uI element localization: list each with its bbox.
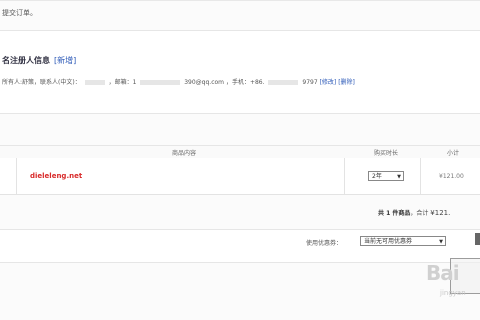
- duration-value: 2年: [372, 173, 382, 180]
- coupon-label: 使用优惠券：: [306, 240, 343, 247]
- row-price: ¥121.00: [439, 173, 464, 180]
- redacted-phone: [268, 80, 299, 85]
- total-amount: ¥121.: [430, 209, 451, 217]
- redacted-name: [84, 80, 105, 85]
- add-registrant-link[interactable]: [新增]: [54, 56, 76, 65]
- redacted-email: [140, 80, 181, 85]
- table-header: 商品内容 购买时长 小计: [0, 145, 480, 159]
- column-divider: [420, 158, 421, 194]
- header-content: 商品内容: [172, 150, 197, 157]
- owner-text: 所有人:舒策，联系人(中文)：: [2, 79, 81, 86]
- domain-name: dieleleng.net: [30, 172, 83, 180]
- notice-text: 提交订单。: [2, 9, 37, 17]
- table-row: dieleleng.net 2年 ▼ ¥121.00: [0, 158, 480, 195]
- watermark-text: Bai: [426, 261, 460, 285]
- delete-registrant-link[interactable]: [删除]: [338, 79, 355, 86]
- registrant-info-line: 所有人:舒策，联系人(中文)： ，邮箱：1 390@qq.com ，手机：+86…: [2, 77, 355, 86]
- side-scroll-button[interactable]: [475, 233, 480, 245]
- order-summary: 共 1 件商品，合计 ¥121.: [378, 208, 450, 217]
- watermark-subtext: jingyan: [440, 289, 466, 297]
- edit-registrant-link[interactable]: [修改]: [320, 79, 337, 86]
- header-duration: 购买时长: [374, 150, 399, 157]
- dropdown-arrow-icon: ▼: [397, 174, 401, 180]
- order-page: 提交订单。 名注册人信息 [新增] 所有人:舒策，联系人(中文)： ，邮箱：1 3…: [0, 0, 480, 320]
- header-subtotal: 小计: [447, 150, 460, 157]
- duration-select[interactable]: 2年 ▼: [368, 171, 404, 181]
- phone-tail: 9797: [302, 79, 318, 86]
- phone-label: ，手机：+86.: [225, 79, 265, 86]
- total-label: ，合计: [410, 210, 429, 217]
- dropdown-arrow-icon: ▼: [439, 239, 443, 245]
- item-count: 共 1 件商品: [378, 210, 411, 217]
- column-divider: [344, 158, 345, 194]
- column-divider: [16, 158, 17, 194]
- registrant-card: [0, 30, 480, 114]
- email-tail: 390@qq.com: [184, 79, 225, 86]
- top-divider: [0, 0, 480, 1]
- registrant-title-text: 名注册人信息: [2, 56, 50, 65]
- coupon-select[interactable]: 当前无可用优惠券 ▼: [360, 236, 446, 246]
- email-label: ，邮箱：1: [108, 79, 137, 86]
- coupon-value: 当前无可用优惠券: [364, 238, 413, 245]
- registrant-title: 名注册人信息 [新增]: [2, 55, 76, 66]
